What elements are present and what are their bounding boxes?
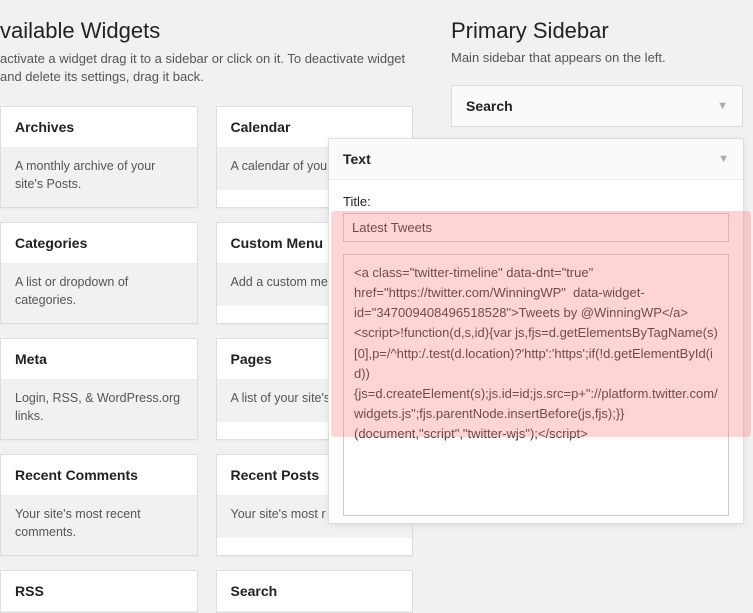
widget-tile-desc: Login, RSS, & WordPress.org links. — [1, 380, 197, 439]
widget-tile-rss[interactable]: RSS — [0, 570, 198, 613]
widget-tile-search[interactable]: Search — [216, 570, 414, 613]
widget-tile-meta[interactable]: Meta Login, RSS, & WordPress.org links. — [0, 338, 198, 440]
sidebar-widget-label: Search — [466, 98, 513, 114]
available-widgets-heading: vailable Widgets — [0, 18, 413, 44]
sidebar-widget-search[interactable]: Search ▼ — [451, 85, 743, 127]
text-widget-header[interactable]: Text ▼ — [329, 139, 743, 180]
content-textarea[interactable] — [343, 254, 729, 516]
sidebar-widget-text-open: Text ▼ Title: — [328, 138, 744, 524]
chevron-down-icon: ▼ — [717, 100, 728, 112]
text-widget-header-label: Text — [343, 151, 371, 167]
widget-tile-title: Categories — [1, 223, 197, 264]
available-widgets-subtext: activate a widget drag it to a sidebar o… — [0, 50, 410, 86]
primary-sidebar-subtext: Main sidebar that appears on the left. — [451, 50, 743, 65]
title-label: Title: — [343, 194, 729, 209]
widget-tile-title: Recent Comments — [1, 455, 197, 496]
primary-sidebar-heading: Primary Sidebar — [451, 18, 743, 44]
widget-tile-recent-comments[interactable]: Recent Comments Your site's most recent … — [0, 454, 198, 556]
widget-tile-desc: Your site's most recent comments. — [1, 496, 197, 555]
widget-tile-title: Meta — [1, 339, 197, 380]
widget-tile-title: Archives — [1, 107, 197, 148]
title-input[interactable] — [343, 213, 729, 242]
widget-tile-desc: A list or dropdown of categories. — [1, 264, 197, 323]
widget-tile-categories[interactable]: Categories A list or dropdown of categor… — [0, 222, 198, 324]
widget-tile-title: RSS — [1, 571, 197, 612]
widget-tile-desc: A monthly archive of your site's Posts. — [1, 148, 197, 207]
chevron-down-icon: ▼ — [718, 153, 729, 165]
widget-tile-title: Search — [217, 571, 413, 612]
text-widget-body: Title: — [329, 180, 743, 523]
widget-tile-archives[interactable]: Archives A monthly archive of your site'… — [0, 106, 198, 208]
